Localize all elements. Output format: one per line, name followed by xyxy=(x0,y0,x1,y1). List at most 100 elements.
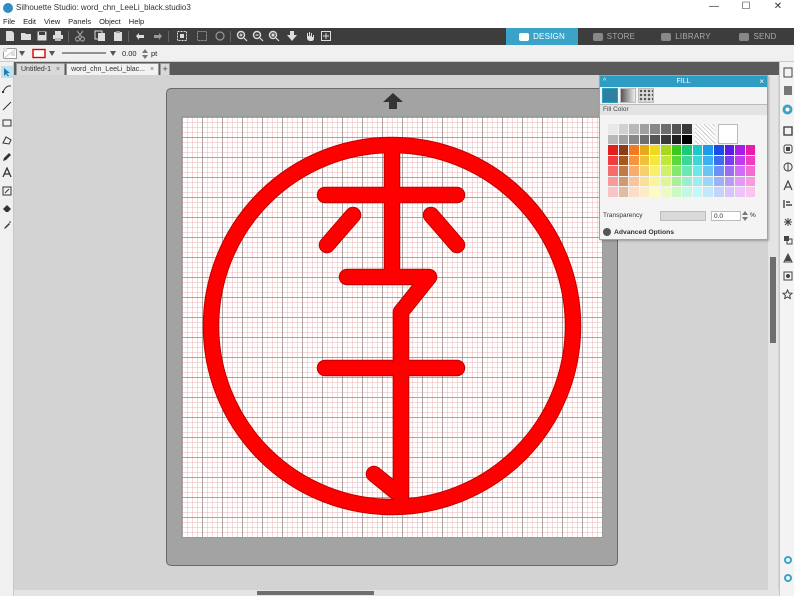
doc-tab-word-chn[interactable]: word_chn_LeeLi_blac... × xyxy=(66,63,160,75)
color-swatch[interactable] xyxy=(618,124,629,134)
color-swatch[interactable] xyxy=(608,176,618,187)
vertical-scrollbar[interactable] xyxy=(768,75,778,590)
preferences-gear-icon[interactable] xyxy=(782,572,793,584)
color-swatch[interactable] xyxy=(639,187,650,197)
menu-panels[interactable]: Panels xyxy=(68,17,91,26)
tab-send[interactable]: SEND xyxy=(722,28,794,45)
design-canvas[interactable] xyxy=(181,116,603,538)
color-swatch[interactable] xyxy=(735,176,745,187)
tab-design[interactable]: DESIGN xyxy=(506,28,578,45)
color-swatch[interactable] xyxy=(629,166,639,176)
color-swatch[interactable] xyxy=(639,134,650,145)
color-swatch[interactable] xyxy=(618,166,629,176)
color-swatch[interactable] xyxy=(745,145,756,155)
color-swatch[interactable] xyxy=(629,187,639,197)
color-swatch[interactable] xyxy=(650,166,660,176)
new-document-icon[interactable] xyxy=(4,30,16,42)
color-swatch[interactable] xyxy=(682,145,692,155)
no-fill-swatch[interactable] xyxy=(694,124,715,144)
knife-tool[interactable] xyxy=(1,219,13,231)
color-swatch[interactable] xyxy=(682,124,692,134)
color-swatch[interactable] xyxy=(692,145,703,155)
color-swatch[interactable] xyxy=(735,166,745,176)
color-swatch[interactable] xyxy=(650,134,660,145)
transform-panel-icon[interactable] xyxy=(782,161,793,173)
undo-icon[interactable] xyxy=(134,30,146,42)
modify-panel-icon[interactable] xyxy=(782,234,793,246)
minimize-button[interactable]: — xyxy=(698,0,730,15)
fit-page-icon[interactable] xyxy=(320,30,332,42)
collapse-panel-icon[interactable]: ^ xyxy=(603,76,606,87)
pan-hand-icon[interactable] xyxy=(304,30,316,42)
tab-library[interactable]: LIBRARY xyxy=(650,28,722,45)
color-swatch[interactable] xyxy=(735,187,745,197)
color-swatch[interactable] xyxy=(682,134,692,145)
delete-icon[interactable] xyxy=(214,30,226,42)
color-swatch[interactable] xyxy=(671,176,682,187)
polygon-tool[interactable] xyxy=(1,134,13,146)
color-swatch[interactable] xyxy=(724,187,735,197)
page-setup-icon[interactable] xyxy=(782,66,793,78)
zoom-in-icon[interactable] xyxy=(236,30,248,42)
color-swatch[interactable] xyxy=(745,187,756,197)
color-swatch[interactable] xyxy=(650,145,660,155)
color-swatch[interactable] xyxy=(692,176,703,187)
text-style-panel-icon[interactable] xyxy=(782,179,793,191)
horizontal-scroll-thumb[interactable] xyxy=(257,591,374,595)
color-swatch[interactable] xyxy=(735,145,745,155)
color-swatch[interactable] xyxy=(745,155,756,166)
eyedropper-icon[interactable] xyxy=(717,124,738,144)
open-folder-icon[interactable] xyxy=(20,30,32,42)
color-swatch[interactable] xyxy=(703,166,713,176)
tab-fill-color[interactable] xyxy=(602,88,618,103)
color-swatch[interactable] xyxy=(692,187,703,197)
move-down-icon[interactable] xyxy=(286,30,298,42)
settings-gear-icon[interactable] xyxy=(782,554,793,566)
print-icon[interactable] xyxy=(52,30,64,42)
color-swatch[interactable] xyxy=(703,176,713,187)
transparency-slider[interactable] xyxy=(660,211,706,221)
sketch-tool[interactable] xyxy=(1,185,13,197)
color-swatch[interactable] xyxy=(724,145,735,155)
li-seal-design[interactable] xyxy=(202,136,582,516)
zoom-out-icon[interactable] xyxy=(252,30,264,42)
horizontal-scrollbar[interactable] xyxy=(14,590,779,596)
color-swatch[interactable] xyxy=(713,176,724,187)
color-swatch[interactable] xyxy=(671,187,682,197)
menu-object[interactable]: Object xyxy=(99,17,121,26)
close-tab-icon[interactable]: × xyxy=(150,64,154,75)
copy-icon[interactable] xyxy=(94,30,106,42)
color-swatch[interactable] xyxy=(713,166,724,176)
color-swatch[interactable] xyxy=(629,176,639,187)
line-color-panel-icon[interactable] xyxy=(782,125,793,137)
color-swatch[interactable] xyxy=(692,155,703,166)
draw-tool[interactable] xyxy=(1,151,13,163)
color-swatch[interactable] xyxy=(650,176,660,187)
close-tab-icon[interactable]: × xyxy=(56,64,60,75)
color-swatch[interactable] xyxy=(618,176,629,187)
maximize-button[interactable]: ☐ xyxy=(730,0,762,15)
color-swatch[interactable] xyxy=(671,134,682,145)
color-swatch[interactable] xyxy=(724,176,735,187)
advanced-options-toggle[interactable]: Advanced Options xyxy=(603,228,674,236)
color-swatch[interactable] xyxy=(618,145,629,155)
color-swatch[interactable] xyxy=(608,124,618,134)
chevron-down-icon[interactable] xyxy=(19,51,25,56)
color-swatch[interactable] xyxy=(682,176,692,187)
color-swatch[interactable] xyxy=(735,155,745,166)
color-swatch[interactable] xyxy=(671,124,682,134)
color-swatch[interactable] xyxy=(650,187,660,197)
color-swatch[interactable] xyxy=(608,145,618,155)
color-swatch[interactable] xyxy=(713,187,724,197)
color-swatch[interactable] xyxy=(618,155,629,166)
tab-fill-gradient[interactable] xyxy=(620,88,636,103)
color-swatch[interactable] xyxy=(660,155,671,166)
edit-points-tool[interactable] xyxy=(1,83,13,95)
color-swatch[interactable] xyxy=(608,166,618,176)
color-swatch[interactable] xyxy=(660,124,671,134)
color-swatch[interactable] xyxy=(650,155,660,166)
color-swatch[interactable] xyxy=(660,145,671,155)
color-swatch[interactable] xyxy=(660,134,671,145)
color-swatch[interactable] xyxy=(703,155,713,166)
color-swatch[interactable] xyxy=(639,166,650,176)
